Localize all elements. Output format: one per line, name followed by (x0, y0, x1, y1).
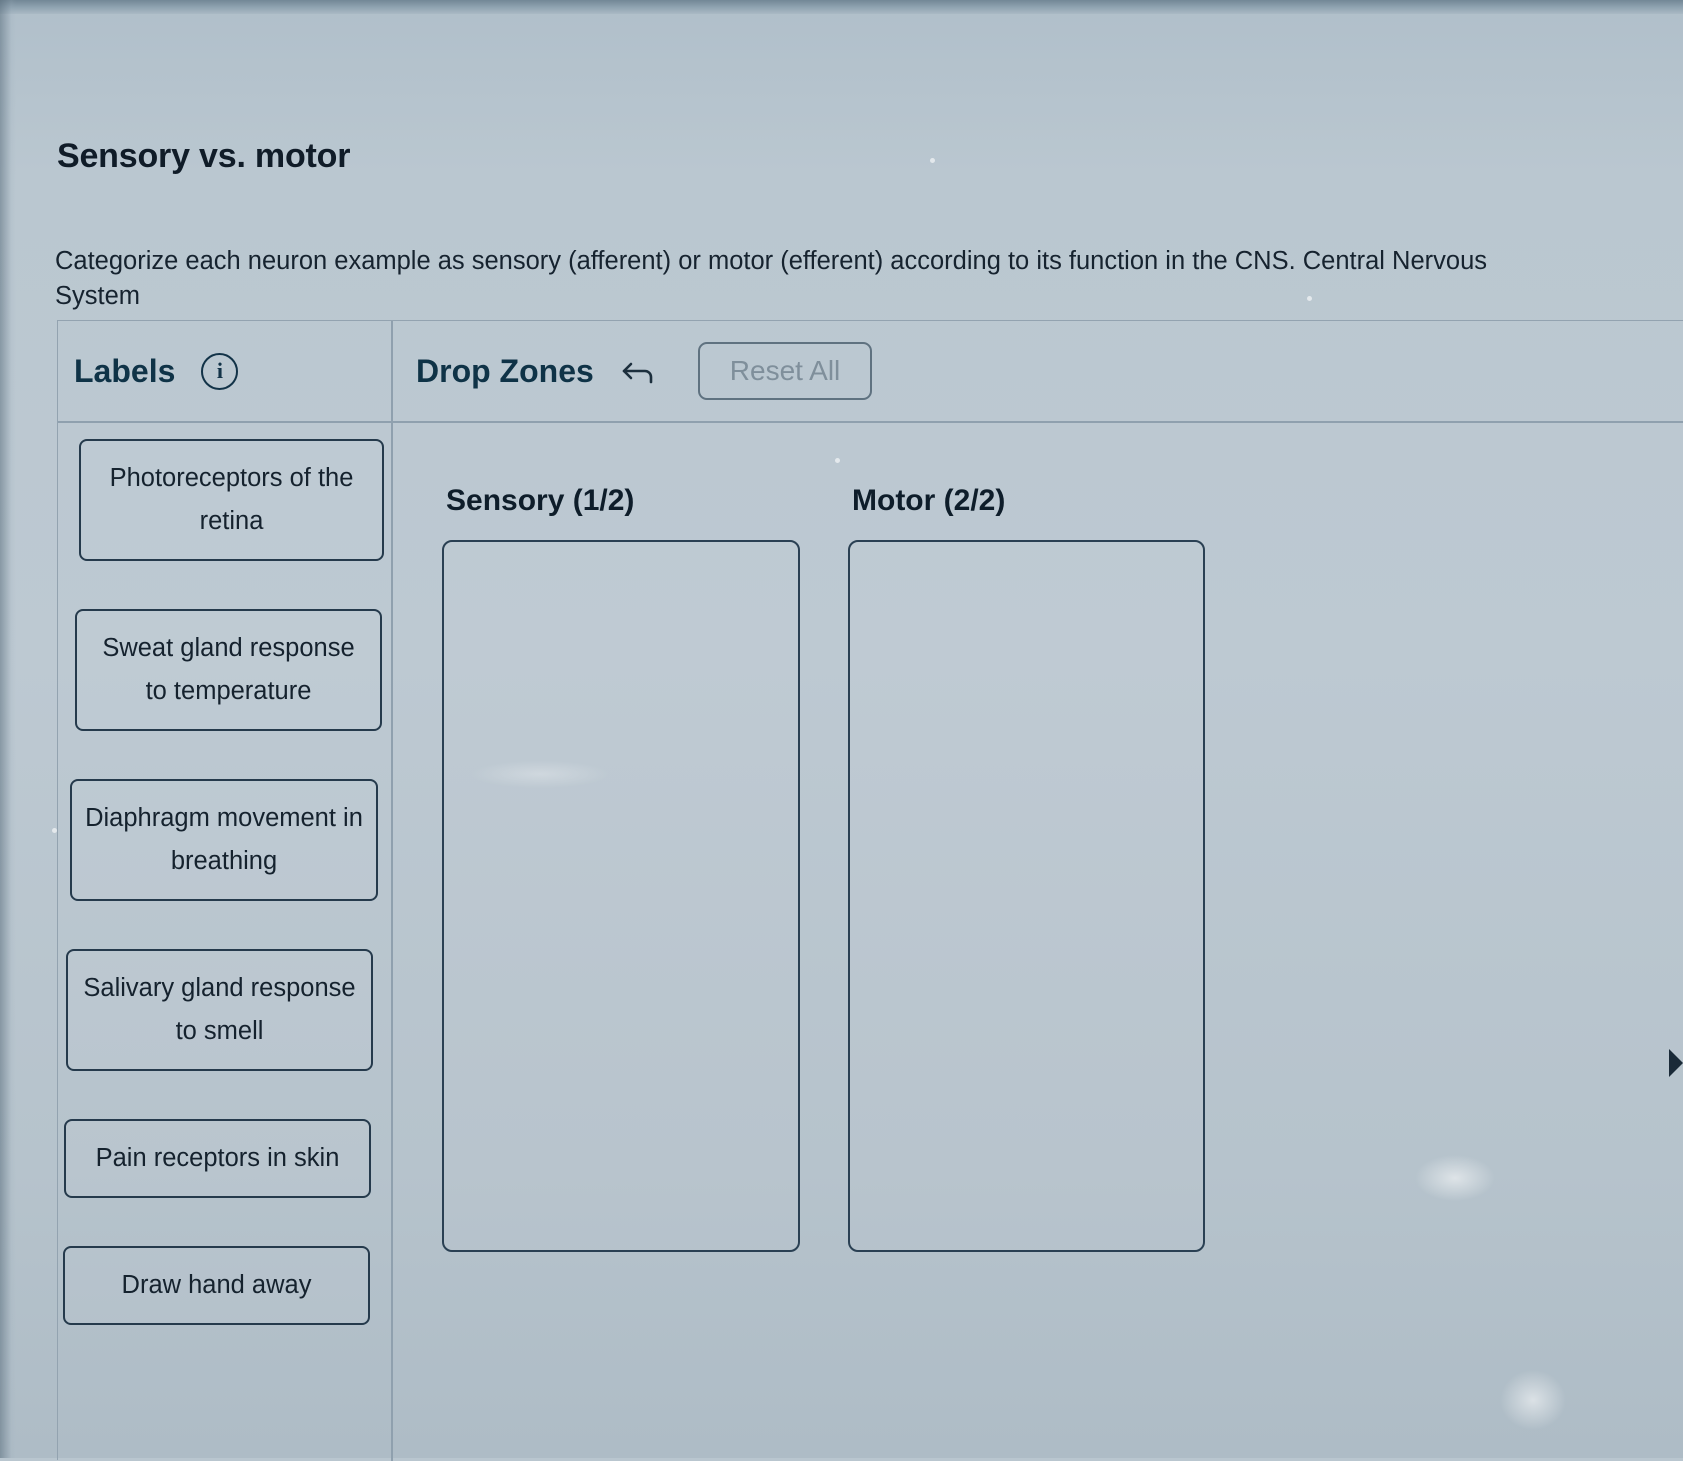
label-card[interactable]: Draw hand away (63, 1246, 370, 1325)
label-card[interactable]: Photoreceptors of the retina (79, 439, 384, 561)
drop-zones-header: Drop Zones Reset All (416, 321, 873, 421)
drop-zone-target[interactable] (848, 540, 1205, 1252)
drop-zones-heading: Drop Zones (416, 352, 594, 389)
exercise-page: Sensory vs. motor Categorize each neuron… (0, 0, 1683, 1461)
instruction-text: Categorize each neuron example as sensor… (55, 246, 1488, 310)
drop-zone-motor: Motor (2/2) (848, 439, 1205, 1252)
info-icon[interactable]: i (201, 352, 239, 390)
drop-zone-sensory: Sensory (1/2) (442, 439, 800, 1252)
label-card[interactable]: Diaphragm movement in breathing (70, 779, 378, 901)
header-rule (58, 421, 1683, 423)
screen-speck (1307, 296, 1312, 301)
drop-zones-list: Sensory (1/2) Motor (2/2) (442, 439, 1205, 1252)
page-title: Sensory vs. motor (57, 136, 351, 175)
screen-speck (835, 458, 840, 463)
drop-zone-title: Sensory (1/2) (446, 484, 635, 517)
screen-speck (52, 828, 57, 833)
activity-panel: Labels i Drop Zones Reset All Photorecep… (57, 320, 1683, 1461)
undo-arrow-icon[interactable] (620, 356, 656, 386)
column-divider (391, 321, 393, 1461)
labels-header: Labels i (74, 321, 239, 421)
drop-zone-target[interactable] (442, 540, 800, 1252)
screen-speck (930, 158, 935, 163)
label-card[interactable]: Pain receptors in skin (64, 1119, 371, 1198)
labels-heading: Labels (74, 352, 176, 389)
label-card[interactable]: Sweat gland response to temperature (75, 609, 382, 731)
drop-zone-title: Motor (2/2) (852, 484, 1006, 517)
label-card[interactable]: Salivary gland response to smell (66, 949, 373, 1071)
labels-list: Photoreceptors of the retina Sweat gland… (63, 439, 389, 1373)
reset-all-button[interactable]: Reset All (697, 342, 873, 400)
chevron-right-icon[interactable] (1669, 1045, 1683, 1081)
